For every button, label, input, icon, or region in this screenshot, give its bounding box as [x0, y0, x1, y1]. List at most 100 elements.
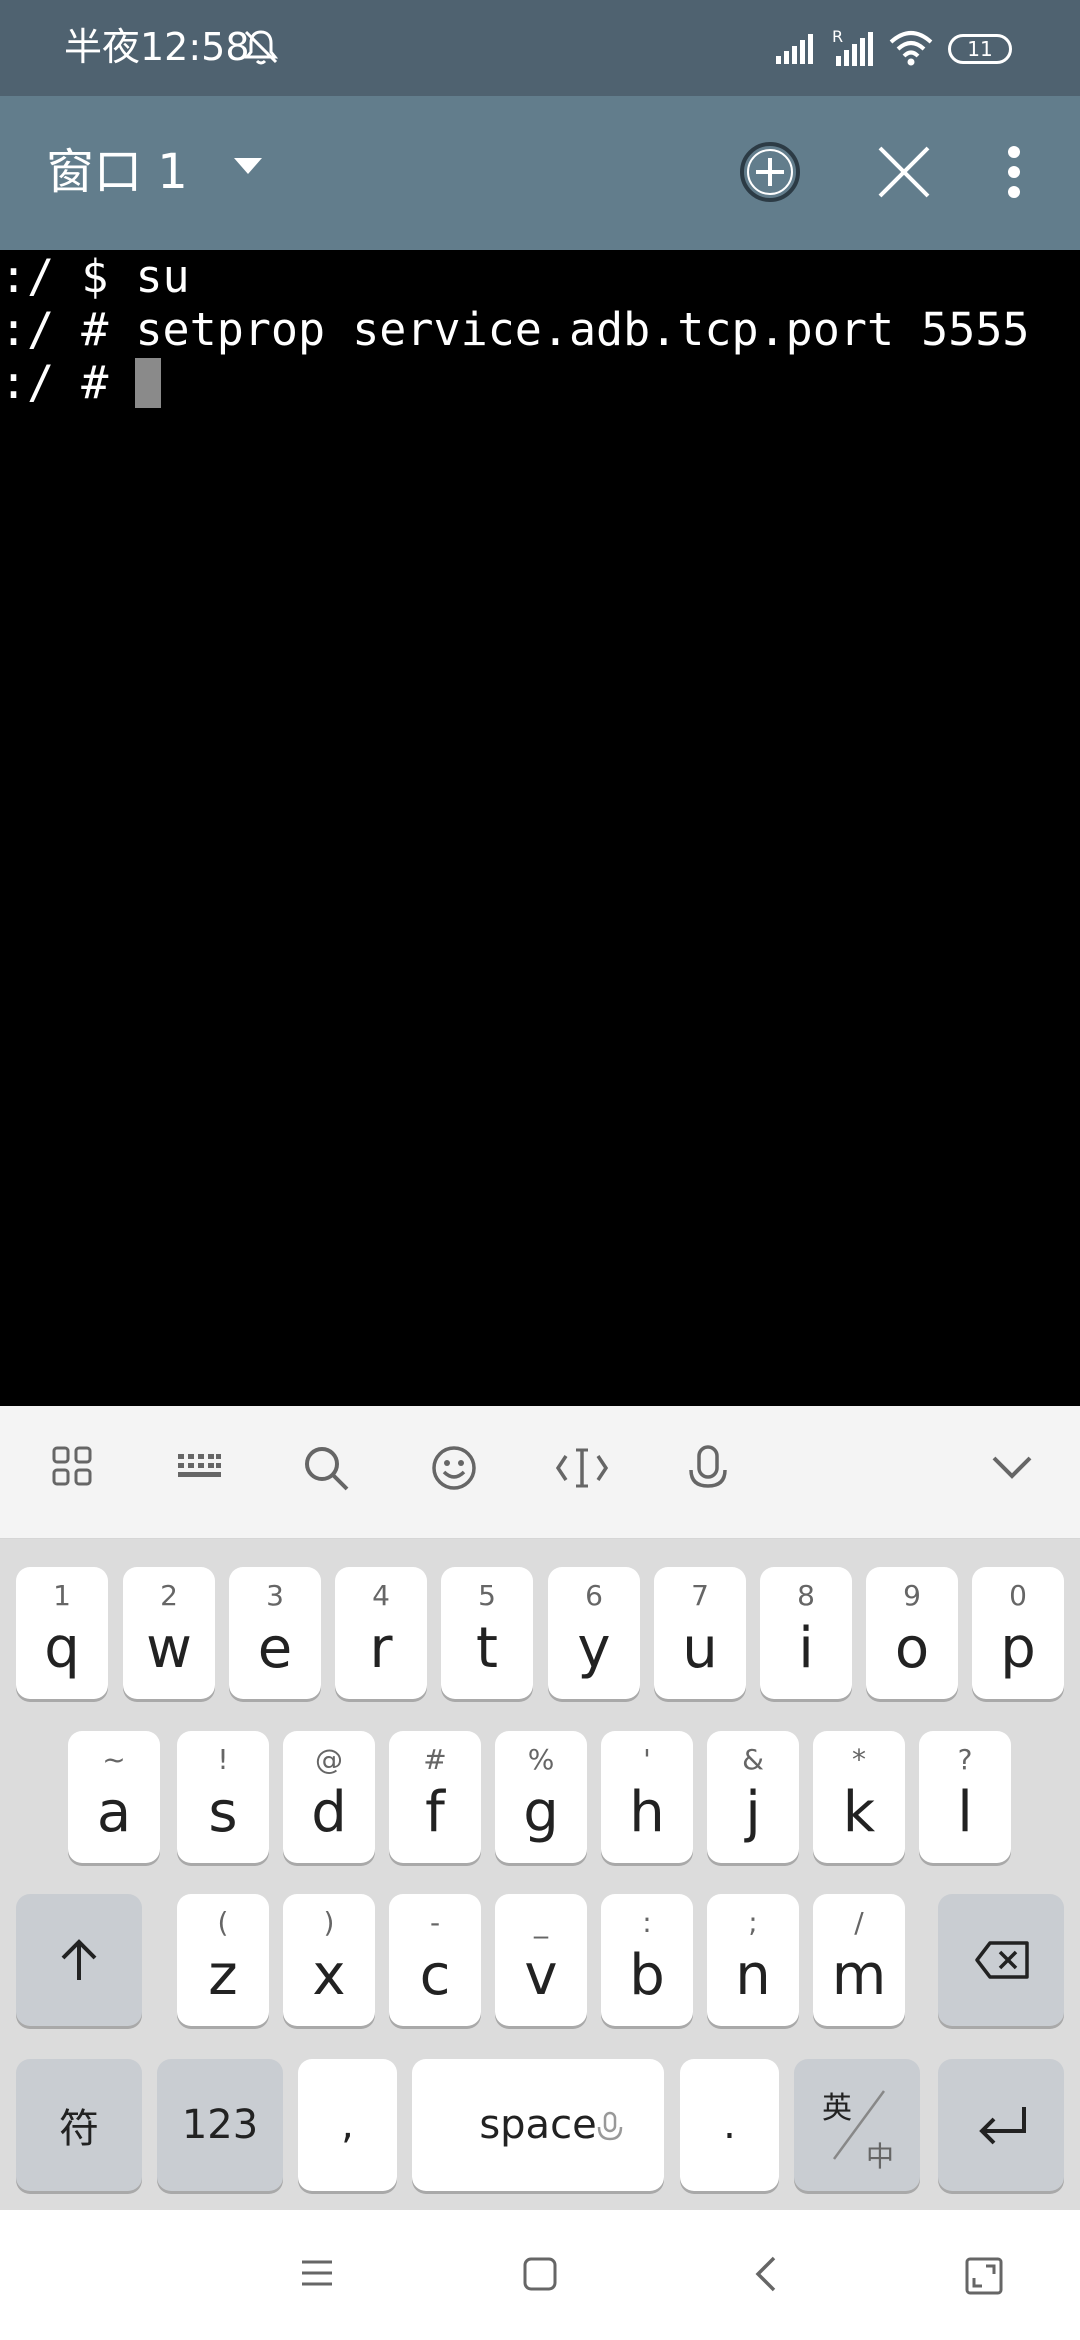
key-label: v	[524, 1943, 558, 2008]
key-label: y	[577, 1616, 611, 1681]
key-hint: 6	[585, 1579, 603, 1612]
key-label: u	[682, 1616, 718, 1681]
key-hint: 2	[160, 1579, 178, 1612]
key-label: l	[957, 1780, 973, 1845]
space-key[interactable]: space	[412, 2059, 664, 2191]
key-w[interactable]: 2w	[123, 1567, 215, 1699]
key-j[interactable]: & j	[707, 1731, 799, 1863]
key-label: m	[831, 1943, 887, 2008]
symbols-key[interactable]: 符	[16, 2059, 142, 2191]
key-d[interactable]: @ d	[283, 1731, 375, 1863]
key-hint: !	[217, 1743, 229, 1776]
key-hint: '	[643, 1743, 651, 1776]
add-circle-icon[interactable]	[738, 140, 802, 204]
key-h[interactable]: ' h	[601, 1731, 693, 1863]
key-label: h	[629, 1780, 665, 1845]
wifi-icon	[889, 31, 933, 66]
cursor-icon[interactable]	[556, 1444, 608, 1492]
language-key[interactable]: 英 中	[794, 2059, 920, 2191]
rotate-icon[interactable]	[964, 2256, 1004, 2296]
terminal-cursor	[135, 358, 162, 408]
keyboard: 1q 2w 3e 4r 5t 6y 7u 8i 9o 0p ~ a ! s @ d #…	[0, 1539, 1080, 2210]
key-i[interactable]: 8i	[760, 1567, 852, 1699]
status-time: 半夜12:58	[64, 25, 250, 69]
key-a[interactable]: ~ a	[68, 1731, 160, 1863]
terminal-output[interactable]: :/ $ su :/ # setprop service.adb.tcp.por…	[0, 250, 1080, 1406]
comma-key[interactable]: ,	[298, 2059, 397, 2191]
key-v[interactable]: _ v	[495, 1894, 587, 2026]
key-c[interactable]: -c	[389, 1894, 481, 2026]
back-icon[interactable]	[752, 2254, 780, 2294]
keyboard-icon[interactable]	[176, 1444, 222, 1488]
key-label: n	[735, 1943, 771, 2008]
roaming-signal-icon: R	[832, 28, 873, 66]
key-label: s	[208, 1780, 238, 1845]
key-label: b	[629, 1943, 665, 2008]
key-label: o	[894, 1616, 930, 1681]
mic-icon[interactable]	[686, 1444, 730, 1492]
key-q[interactable]: 1q	[16, 1567, 108, 1699]
key-hint: 9	[903, 1579, 921, 1612]
key-f[interactable]: # f	[389, 1731, 481, 1863]
key-m[interactable]: / m	[813, 1894, 905, 2026]
key-r[interactable]: 4r	[335, 1567, 427, 1699]
key-u[interactable]: 7u	[654, 1567, 746, 1699]
shift-arrow-icon	[61, 1939, 97, 1980]
collapse-icon[interactable]	[990, 1444, 1034, 1488]
key-z[interactable]: (z	[177, 1894, 269, 2026]
key-hint: ;	[748, 1906, 758, 1939]
home-icon[interactable]	[522, 2256, 558, 2292]
comma-key-label: ,	[341, 2102, 354, 2148]
key-hint: :	[642, 1906, 652, 1939]
backspace-key[interactable]	[938, 1894, 1064, 2026]
emoji-icon[interactable]	[430, 1444, 478, 1492]
close-icon[interactable]	[876, 144, 932, 200]
key-hint: 3	[266, 1579, 284, 1612]
key-k[interactable]: * k	[813, 1731, 905, 1863]
dropdown-icon[interactable]	[232, 156, 264, 176]
key-hint: &	[742, 1743, 764, 1776]
more-vert-icon[interactable]	[1004, 144, 1024, 200]
key-label: r	[369, 1616, 393, 1681]
key-hint: _	[534, 1906, 548, 1939]
key-label: q	[44, 1616, 80, 1681]
key-hint: #	[423, 1743, 447, 1776]
key-t[interactable]: 5t	[441, 1567, 533, 1699]
space-key-label: space	[479, 2102, 597, 2148]
key-b[interactable]: :b	[601, 1894, 693, 2026]
terminal-prompt-line: :/ #	[0, 356, 1080, 409]
key-e[interactable]: 3e	[229, 1567, 321, 1699]
key-label: z	[208, 1943, 238, 2008]
period-key-label: .	[723, 2102, 736, 2148]
terminal-line: :/ # setprop service.adb.tcp.port 5555	[0, 303, 1030, 356]
key-l[interactable]: ? l	[919, 1731, 1011, 1863]
key-x[interactable]: ) x	[283, 1894, 375, 2026]
key-s[interactable]: ! s	[177, 1731, 269, 1863]
key-y[interactable]: 6y	[548, 1567, 640, 1699]
enter-key[interactable]	[938, 2059, 1064, 2191]
key-hint: /	[854, 1906, 864, 1939]
key-label: g	[523, 1780, 559, 1845]
key-n[interactable]: ; n	[707, 1894, 799, 2026]
period-key[interactable]: .	[680, 2059, 779, 2191]
numbers-key[interactable]: 123	[157, 2059, 283, 2191]
key-o[interactable]: 9o	[866, 1567, 958, 1699]
window-title[interactable]: 窗口 1	[46, 140, 188, 204]
key-hint: *	[852, 1743, 866, 1776]
key-hint: 4	[372, 1579, 390, 1612]
key-p[interactable]: 0p	[972, 1567, 1064, 1699]
app-bar: 窗口 1	[0, 96, 1080, 250]
apps-grid-icon[interactable]	[50, 1444, 94, 1488]
numbers-key-label: 123	[181, 2102, 259, 2148]
key-hint: (	[217, 1906, 229, 1939]
key-hint: 8	[797, 1579, 815, 1612]
shift-key[interactable]	[16, 1894, 142, 2026]
key-g[interactable]: % g	[495, 1731, 587, 1863]
symbols-key-label: 符	[59, 2106, 99, 2152]
key-label: d	[311, 1780, 347, 1845]
key-hint: %	[527, 1743, 555, 1776]
cell-signal-icon	[776, 34, 813, 64]
menu-icon[interactable]	[300, 2256, 334, 2290]
search-icon[interactable]	[302, 1444, 350, 1492]
key-hint: 5	[478, 1579, 496, 1612]
